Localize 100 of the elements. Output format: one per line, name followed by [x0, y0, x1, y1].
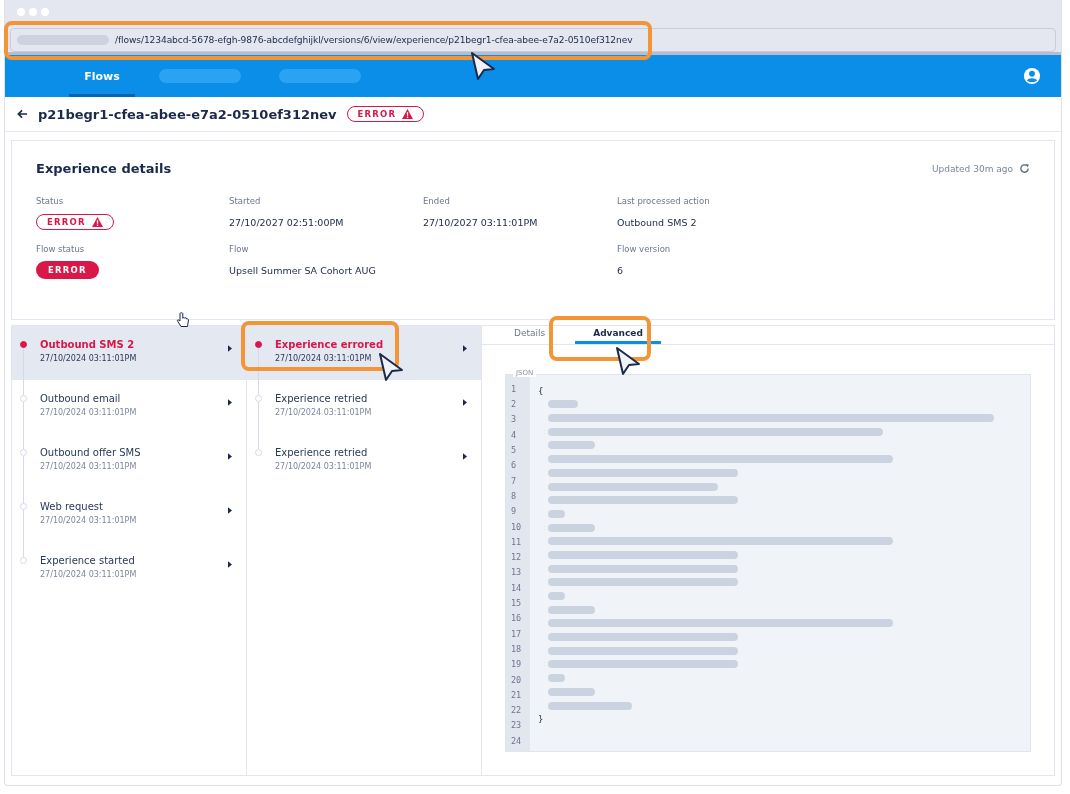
timeline-item[interactable]: Experience retried 27/10/2024 03:11:01PM: [247, 434, 481, 488]
item-title: Experience retried: [275, 393, 369, 404]
placeholder-line: [548, 400, 578, 409]
field-label: Last processed action: [617, 196, 711, 206]
item-time: 27/10/2024 03:11:01PM: [40, 408, 138, 417]
placeholder-line: [548, 674, 565, 683]
warning-icon: [402, 109, 414, 119]
field-label: Status: [36, 196, 65, 206]
caret-icon: [463, 345, 467, 352]
caret-icon: [228, 453, 232, 460]
line-number: 20: [510, 674, 523, 687]
line-number: 3: [510, 414, 518, 427]
item-title: Outbound email: [40, 393, 122, 404]
line-number: 21: [510, 689, 523, 702]
caret-icon: [228, 345, 232, 352]
timeline-dot: [255, 395, 262, 402]
field-value: 6: [617, 263, 625, 278]
code-text: {: [538, 385, 544, 396]
placeholder-line: [548, 605, 595, 614]
line-number: 22: [510, 705, 523, 718]
line-number: 6: [510, 460, 518, 473]
line-number: 11: [510, 536, 523, 549]
user-avatar-icon: [1023, 67, 1041, 85]
field-label: Started: [229, 196, 262, 206]
line-number: 19: [510, 659, 523, 672]
updated-time: Updated 30m ago: [932, 163, 1013, 174]
caret-icon: [463, 453, 467, 460]
line-number: 13: [510, 567, 523, 580]
placeholder-line: [548, 592, 565, 601]
timeline-dot: [20, 557, 27, 564]
timeline-item[interactable]: Experience started 27/10/2024 03:11:01PM: [12, 542, 246, 596]
window-dot[interactable]: [17, 8, 25, 16]
item-title: Outbound offer SMS: [40, 447, 142, 458]
tab[interactable]: Advanced: [575, 326, 661, 344]
field-label: Flow status: [36, 244, 86, 254]
item-time: 27/10/2024 03:11:01PM: [275, 354, 373, 363]
caret-icon: [228, 507, 232, 514]
pointer-cursor-icon: [378, 352, 404, 382]
caret-icon: [228, 399, 232, 406]
timeline-dot: [255, 449, 262, 456]
caret-icon: [463, 399, 467, 406]
line-number: 7: [510, 475, 518, 488]
timeline-item[interactable]: Outbound email 27/10/2024 03:11:01PM: [12, 380, 246, 434]
line-number: 1: [510, 383, 518, 396]
status-label: ERROR: [48, 265, 87, 275]
timeline-dot: [255, 341, 262, 348]
field-value: Outbound SMS 2: [617, 215, 698, 230]
timeline-item[interactable]: Experience errored 27/10/2024 03:11:01PM: [247, 326, 481, 380]
line-number: 16: [510, 613, 523, 626]
hand-cursor-icon: [176, 312, 190, 328]
field-value: 27/10/2027 03:11:01PM: [423, 215, 539, 230]
timeline-dot: [20, 503, 27, 510]
timeline-item[interactable]: Outbound offer SMS 27/10/2024 03:11:01PM: [12, 434, 246, 488]
item-time: 27/10/2024 03:11:01PM: [275, 408, 373, 417]
timeline-item[interactable]: Outbound SMS 2 27/10/2024 03:11:01PM: [12, 326, 246, 380]
warning-icon: [91, 217, 103, 227]
field-value: 27/10/2027 02:51:00PM: [229, 215, 345, 230]
line-number: 5: [510, 445, 518, 458]
item-title: Web request: [40, 501, 104, 512]
back-arrow-icon: [17, 109, 28, 119]
placeholder-line: [548, 509, 565, 518]
card-title: Experience details: [36, 161, 172, 176]
line-number: 2: [510, 399, 518, 412]
timeline-item[interactable]: Web request 27/10/2024 03:11:01PM: [12, 488, 246, 542]
line-number: 9: [510, 506, 518, 519]
timeline-dot: [20, 395, 27, 402]
item-title: Experience started: [40, 555, 136, 566]
line-number: 17: [510, 628, 523, 641]
line-number: 15: [510, 598, 523, 611]
line-number: 24: [510, 735, 523, 748]
item-title: Experience errored: [275, 339, 385, 350]
item-time: 27/10/2024 03:11:01PM: [40, 462, 138, 471]
address-bar[interactable]: /flows/1234abcd-5678-efgh-9876-abcdefghijkl/versions/6/view/experience/p21begr1-cfea-abee-e7a2-0510ef312nev: [10, 28, 1056, 52]
refresh-icon: [1019, 163, 1030, 174]
line-number: 4: [510, 429, 518, 442]
item-title: Experience retried: [275, 447, 369, 458]
window-dot[interactable]: [41, 8, 49, 16]
code-text: }: [538, 714, 544, 725]
item-time: 27/10/2024 03:11:01PM: [40, 570, 138, 579]
line-number: 18: [510, 643, 523, 656]
timeline-item[interactable]: Experience retried 27/10/2024 03:11:01PM: [247, 380, 481, 434]
field-label: Ended: [423, 196, 451, 206]
line-number: 12: [510, 552, 523, 565]
placeholder-line: [548, 441, 595, 450]
status-label: ERROR: [357, 109, 397, 119]
item-title: Outbound SMS 2: [40, 339, 136, 350]
field-label: Flow version: [617, 244, 672, 254]
item-time: 27/10/2024 03:11:01PM: [40, 354, 138, 363]
line-number: 10: [510, 521, 523, 534]
timeline-dot: [20, 449, 27, 456]
page-title: p21begr1-cfea-abee-e7a2-0510ef312nev: [38, 106, 337, 122]
window-dot[interactable]: [29, 8, 37, 16]
url-text: /flows/1234abcd-5678-efgh-9876-abcdefghijkl/versions/6/view/experience/p21begr1-cfea-abee-e7a2-0510ef312nev: [115, 35, 633, 45]
tab[interactable]: Details: [504, 326, 556, 344]
timeline-dot: [20, 341, 27, 348]
status-label: ERROR: [47, 217, 86, 227]
item-time: 27/10/2024 03:11:01PM: [40, 516, 138, 525]
placeholder-line: [548, 687, 595, 696]
line-number: 23: [510, 720, 523, 733]
caret-icon: [228, 561, 232, 568]
